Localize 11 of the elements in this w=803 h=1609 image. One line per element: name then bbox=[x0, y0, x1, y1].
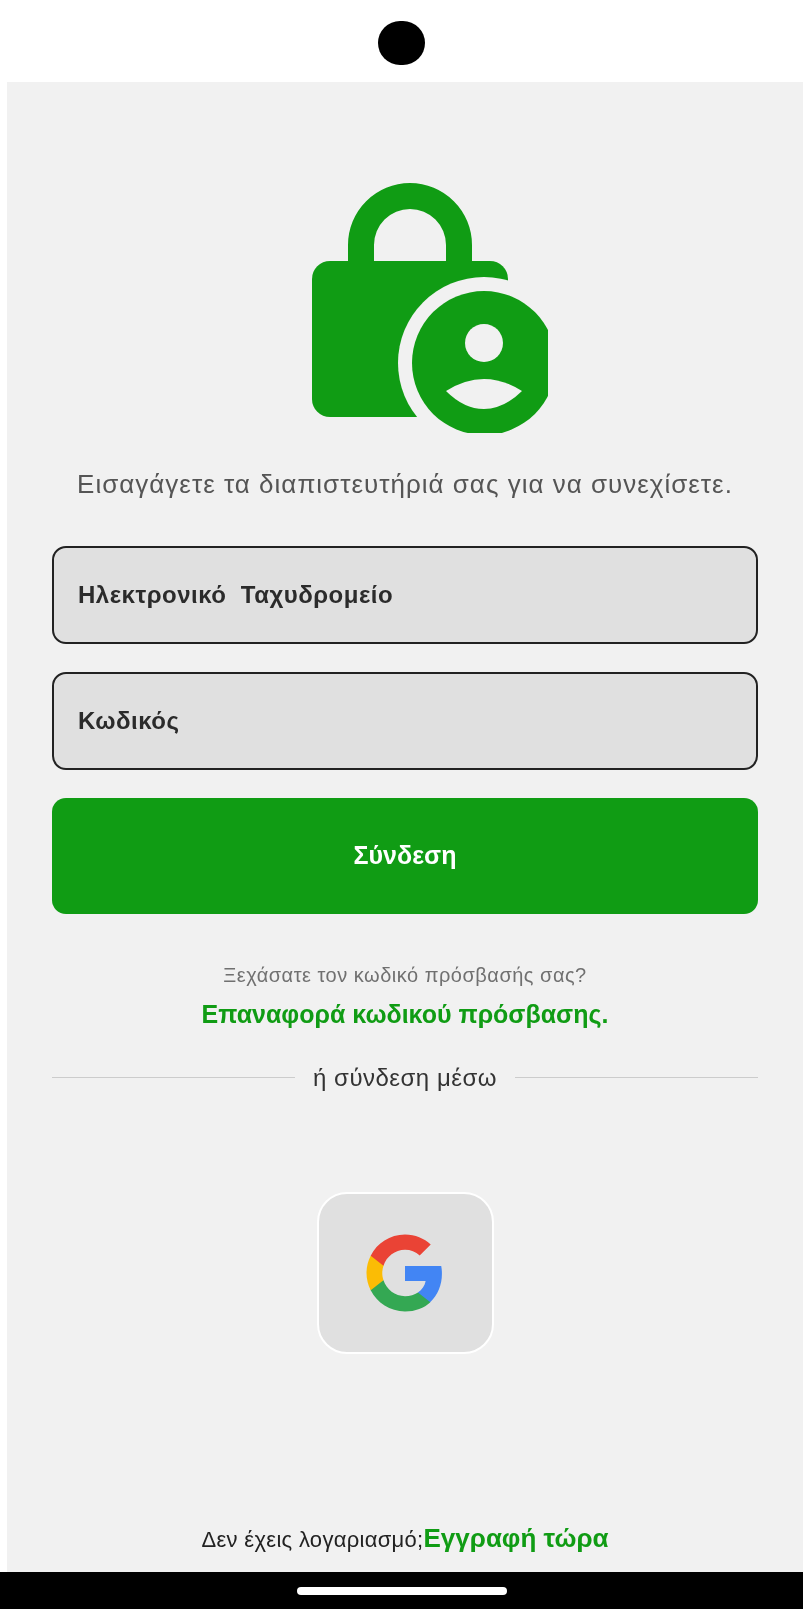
input-field[interactable]: Ηλεκτρονικό Ταχυδρομείο bbox=[52, 546, 758, 644]
signup-prompt: Δεν έχεις λογαριασμό; bbox=[201, 1526, 424, 1554]
instruction-text: Εισαγάγετε τα διαπιστευτήριά σας για να συνεχίσετε. bbox=[77, 468, 733, 501]
input-field[interactable]: Κωδικός bbox=[52, 672, 758, 770]
google-sign-in-button[interactable] bbox=[316, 1191, 494, 1354]
login-button[interactable]: Σύνδεση bbox=[52, 798, 758, 914]
forgot-password-text: Ξεχάσατε τον κωδικό πρόσβασής σας? bbox=[223, 963, 587, 988]
signup-link[interactable]: Εγγραφή τώρα bbox=[423, 1519, 609, 1558]
divider-label: ή σύνδεση μέσω bbox=[313, 1062, 497, 1093]
camera-cutout bbox=[378, 21, 425, 65]
reset-password-link[interactable]: Επαναφορά κωδικού πρόσβασης. bbox=[201, 996, 609, 1034]
